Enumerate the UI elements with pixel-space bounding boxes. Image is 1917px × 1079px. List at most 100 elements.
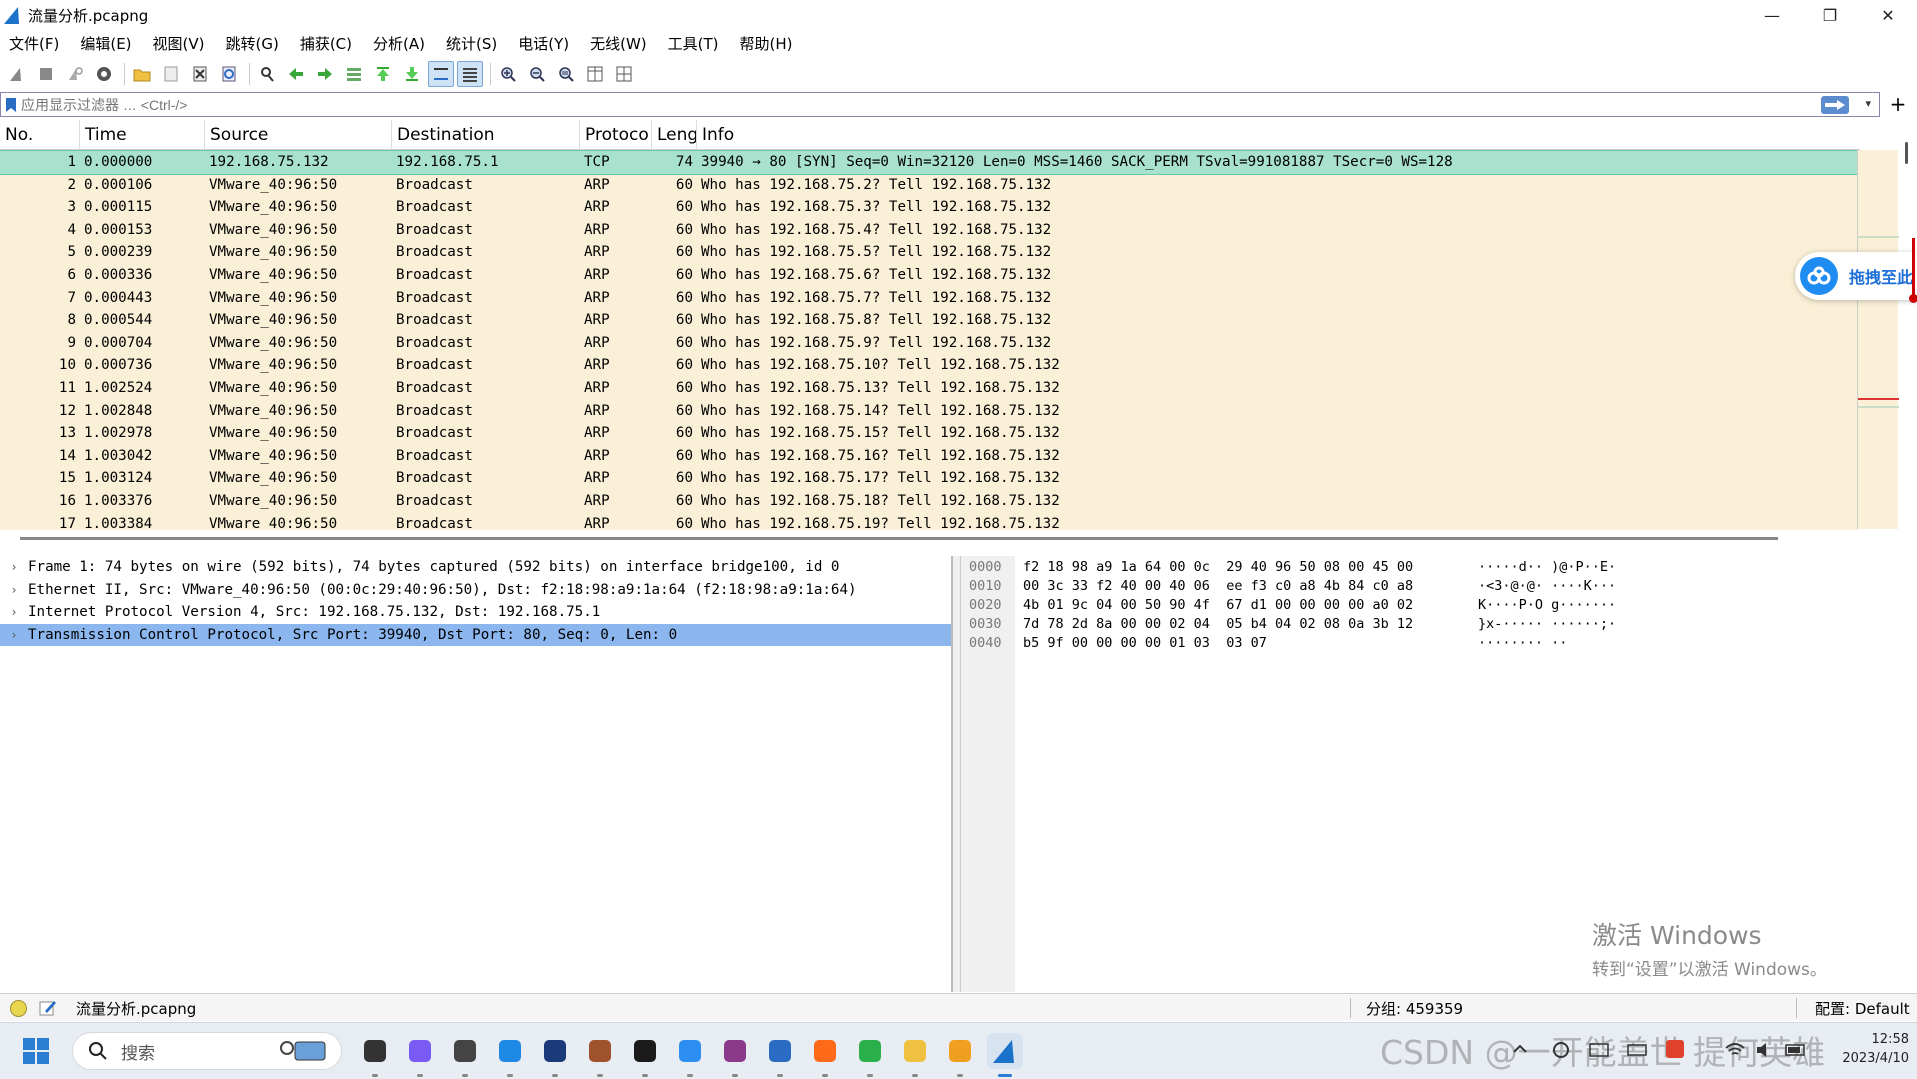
column-header-destination[interactable]: Destination [392, 120, 580, 150]
windows-start-icon[interactable] [18, 1033, 54, 1069]
find-icon[interactable] [254, 61, 280, 87]
column-header-time[interactable]: Time [80, 120, 205, 150]
packet-row[interactable]: 1 0.000000 192.168.75.132 192.168.75.1 TCP 74… [0, 150, 1859, 175]
file-explorer-icon[interactable] [897, 1033, 933, 1077]
taskbar-clock[interactable]: 12:58 2023/4/10 [1842, 1030, 1909, 1068]
byte-ascii-row[interactable]: ········ ·· [1478, 634, 1616, 653]
app-store-icon[interactable] [492, 1033, 528, 1077]
status-profile[interactable]: 配置: Default [1815, 998, 1910, 1019]
visual-studio-icon[interactable] [402, 1033, 438, 1077]
zoom-normal-icon[interactable] [553, 61, 579, 87]
packet-row[interactable]: 14 1.003042 VMware_40:96:50 Broadcast ARP 60 W… [0, 444, 1858, 468]
packet-row[interactable]: 8 0.000544 VMware_40:96:50 Broadcast ARP 60 Wh… [0, 309, 1858, 332]
close-file-icon[interactable] [187, 61, 213, 87]
autoscroll-icon[interactable] [428, 61, 454, 87]
packet-row[interactable]: 5 0.000239 VMware_40:96:50 Broadcast ARP 60 Wh… [0, 241, 1858, 264]
menu-item-5[interactable]: 分析(A) [373, 33, 425, 54]
firefox-icon[interactable] [807, 1033, 843, 1077]
menu-item-2[interactable]: 视图(V) [153, 33, 205, 54]
capture-comment-icon[interactable] [38, 998, 58, 1018]
tray-chevron-up-icon[interactable] [1512, 1042, 1528, 1056]
packet-row[interactable]: 9 0.000704 VMware_40:96:50 Broadcast ARP 60 Wh… [0, 331, 1858, 355]
byte-ascii-row[interactable]: ·<3·@·@· ····K··· [1478, 577, 1616, 596]
shark-fin-start-icon[interactable] [4, 61, 30, 87]
open-folder-icon[interactable] [129, 61, 155, 87]
packet-row[interactable]: 11 1.002524 VMware_40:96:50 Broadcast ARP 60 W… [0, 376, 1858, 400]
byte-ascii-row[interactable]: }x-····· ······;· [1478, 615, 1616, 634]
display-filter-input[interactable] [21, 93, 1879, 116]
expand-chevron-icon[interactable]: › [0, 624, 28, 647]
byte-offset[interactable]: 0010 [961, 577, 1015, 596]
pane-splitter[interactable] [953, 556, 961, 992]
netdisk-drop-widget[interactable]: 拖拽至此 [1795, 238, 1917, 303]
menu-item-7[interactable]: 电话(Y) [518, 33, 569, 54]
packet-row[interactable]: 4 0.000153 VMware_40:96:50 Broadcast ARP 60 Wh… [0, 218, 1858, 242]
byte-ascii-row[interactable]: ·····d·· )@·P··E· [1478, 558, 1616, 577]
minimize-button[interactable]: — [1743, 0, 1801, 30]
column-header-protocol[interactable]: Protoco [580, 120, 652, 150]
tray-sync-icon[interactable] [1550, 1040, 1572, 1060]
filter-history-dropdown-icon[interactable]: ▾ [1865, 97, 1871, 110]
battery-icon[interactable] [1784, 1040, 1808, 1060]
tray-ime-icon[interactable] [1588, 1040, 1610, 1060]
stop-icon[interactable] [33, 61, 59, 87]
expand-chevron-icon[interactable]: › [0, 556, 28, 579]
detail-tree-row[interactable]: › Ethernet II, Src: VMware_40:96:50 (00:0… [0, 579, 951, 602]
bookmark-icon[interactable] [1, 93, 21, 116]
byte-hex-row[interactable]: 00 3c 33 f2 40 00 40 06 ee f3 c0 a8 4b 8… [1023, 577, 1413, 596]
byte-offset[interactable]: 0030 [961, 615, 1015, 634]
go-back-icon[interactable] [283, 61, 309, 87]
tray-keyboard-icon[interactable] [1626, 1040, 1648, 1060]
expand-chevron-icon[interactable]: › [0, 601, 28, 624]
byte-hex-row[interactable]: f2 18 98 a9 1a 64 00 0c 29 40 96 50 08 0… [1023, 558, 1413, 577]
packet-row[interactable]: 6 0.000336 VMware_40:96:50 Broadcast ARP 60 Wh… [0, 263, 1858, 287]
packet-list-horizontal-scrollbar[interactable] [20, 537, 1778, 540]
packet-row[interactable]: 12 1.002848 VMware_40:96:50 Broadcast ARP 60 W… [0, 399, 1858, 423]
sunflower-icon[interactable] [942, 1033, 978, 1077]
notepad-icon[interactable] [762, 1033, 798, 1077]
menu-item-3[interactable]: 跳转(G) [226, 33, 279, 54]
colorize-icon[interactable] [457, 61, 483, 87]
column-header-source[interactable]: Source [205, 120, 392, 150]
resize-columns-icon[interactable] [582, 61, 608, 87]
baidu-netdisk-icon[interactable] [672, 1033, 708, 1077]
packet-row[interactable]: 7 0.000443 VMware_40:96:50 Broadcast ARP 60 Wh… [0, 286, 1858, 310]
byte-offset[interactable]: 0000 [961, 558, 1015, 577]
menu-item-6[interactable]: 统计(S) [446, 33, 497, 54]
zoom-in-icon[interactable] [495, 61, 521, 87]
volume-icon[interactable] [1754, 1040, 1776, 1060]
obs-icon[interactable] [447, 1033, 483, 1077]
restore-button[interactable]: ❐ [1801, 0, 1859, 30]
menu-item-10[interactable]: 帮助(H) [740, 33, 793, 54]
packet-minimap[interactable] [1857, 150, 1899, 529]
packet-list-scrollbar[interactable] [1900, 120, 1917, 530]
last-packet-icon[interactable] [399, 61, 425, 87]
byte-hex-row[interactable]: 4b 01 9c 04 00 50 90 4f 67 d1 00 00 00 0… [1023, 596, 1413, 615]
save-icon[interactable] [158, 61, 184, 87]
zoom-out-icon[interactable] [524, 61, 550, 87]
packet-row[interactable]: 15 1.003124 VMware_40:96:50 Broadcast ARP 60 W… [0, 467, 1858, 490]
tray-wps-icon[interactable] [1664, 1038, 1686, 1060]
packet-row[interactable]: 16 1.003376 VMware_40:96:50 Broadcast ARP 60 W… [0, 489, 1858, 513]
menu-item-8[interactable]: 无线(W) [590, 33, 647, 54]
menu-item-0[interactable]: 文件(F) [9, 33, 59, 54]
byte-ascii-row[interactable]: K····P·O g······· [1478, 596, 1616, 615]
taskbar-search-box[interactable]: 搜索 [72, 1032, 342, 1070]
go-forward-icon[interactable] [312, 61, 338, 87]
layout-icon[interactable] [611, 61, 637, 87]
wifi-icon[interactable] [1724, 1040, 1746, 1060]
column-header-length[interactable]: Lengt [652, 120, 697, 150]
dev-cpp-icon[interactable] [537, 1033, 573, 1077]
add-filter-button[interactable]: + [1883, 91, 1913, 117]
menu-item-4[interactable]: 捕获(C) [300, 33, 352, 54]
menu-item-1[interactable]: 编辑(E) [80, 33, 131, 54]
detail-tree-row[interactable]: › Internet Protocol Version 4, Src: 192.1… [0, 601, 951, 624]
scrollbar-thumb[interactable] [1905, 142, 1908, 164]
byte-offset[interactable]: 0020 [961, 596, 1015, 615]
packet-row[interactable]: 17 1.003384 VMware_40:96:50 Broadcast ARP 60 W… [0, 512, 1858, 530]
restart-icon[interactable] [62, 61, 88, 87]
capture-options-icon[interactable] [91, 61, 117, 87]
reload-icon[interactable] [216, 61, 242, 87]
pycharm-icon[interactable] [627, 1033, 663, 1077]
menu-item-9[interactable]: 工具(T) [668, 33, 719, 54]
